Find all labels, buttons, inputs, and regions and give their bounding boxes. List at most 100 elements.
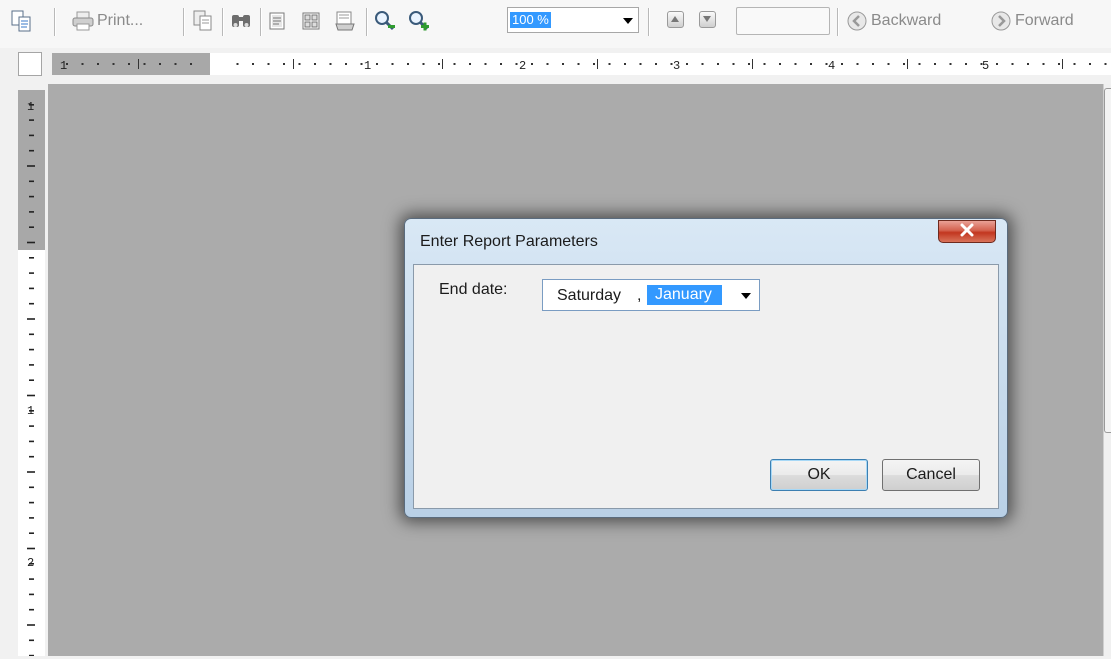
ruler-half-tick [1062,59,1063,69]
ruler-tick [112,63,115,65]
ruler-tick [29,501,34,504]
page-setup-icon [267,11,287,31]
zoom-in-icon [408,10,430,32]
ruler-tick [27,165,35,167]
copy-icon [193,10,213,32]
backward-icon [846,10,868,32]
ruler-tick [29,364,34,366]
ruler-tick [29,333,34,336]
ruler-tick [29,517,34,519]
ruler-tick [484,63,487,65]
ruler-half-tick [138,59,139,69]
ruler-tick [918,63,921,65]
find-button[interactable] [228,8,254,34]
ruler-half-tick [597,59,598,69]
chevron-down-icon[interactable] [741,293,751,299]
ruler-tick [29,608,34,611]
ruler-label: 1 [27,100,34,114]
scrollbar-thumb[interactable] [1104,88,1111,433]
end-date-label: End date: [439,281,508,298]
cancel-button[interactable]: Cancel [882,459,980,491]
ruler-tick [624,63,626,65]
ruler-tick [438,63,440,65]
vertical-ruler-scale: 1 1 2 [18,90,45,657]
ruler-tick [29,149,34,152]
print-icon [72,11,94,31]
parameters-dialog: Enter Report Parameters End date: Saturd… [404,218,1008,518]
ruler-tick [748,63,750,65]
print-button[interactable]: Print... [72,8,162,34]
close-button[interactable] [938,220,996,243]
ok-button[interactable]: OK [770,459,868,491]
zoom-out-icon [374,10,396,32]
forward-icon [990,10,1012,32]
ruler-tick [701,63,704,65]
next-page-button[interactable] [699,11,716,28]
backward-label: Backward [871,12,942,29]
ruler-tick [1058,63,1060,65]
ruler-tick [29,455,34,458]
vertical-ruler: 1 1 2 [18,90,45,657]
page-number-input[interactable] [736,7,830,35]
ruler-tick [236,63,239,65]
ruler-tick [29,593,34,596]
ruler-tick [732,63,735,65]
export-button[interactable] [332,8,358,34]
ruler-tick [841,63,843,65]
backward-button[interactable]: Backward [846,8,964,34]
ruler-tick [29,302,34,305]
date-separator: , [637,287,642,304]
horizontal-ruler: 1 1 2 3 4 5 [52,53,1111,75]
zoom-out-button[interactable] [372,8,398,34]
ruler-label: 1 [27,404,34,418]
ruler-tick [562,63,564,65]
chevron-down-icon[interactable] [623,18,633,24]
toolbar: Print... 100 % Backward Forward [0,0,1111,48]
ruler-half-tick [293,59,294,69]
ruler-tick [1027,63,1029,65]
ruler-tick [97,63,99,65]
ruler-tick [872,63,874,65]
ruler-tick [174,63,177,65]
zoom-in-button[interactable] [406,8,432,34]
ruler-label: 4 [828,59,835,73]
forward-label: Forward [1015,12,1074,29]
ruler-tick [29,195,34,198]
document-map-button[interactable] [8,8,36,34]
ruler-tick [29,486,34,489]
ruler-tick [360,63,363,65]
ruler-tick [190,63,192,65]
separator [837,8,838,36]
day-segment[interactable]: Saturday [557,287,621,305]
dialog-title: Enter Report Parameters [420,233,598,250]
ruler-label: 3 [673,59,680,73]
ruler-tick [29,578,34,580]
ruler-tick [639,63,642,65]
ruler-tick [27,471,35,473]
previous-page-button[interactable] [667,11,684,28]
zoom-select[interactable]: 100 % [507,7,639,33]
ruler-tick [143,63,146,65]
copy-button[interactable] [190,8,216,34]
ruler-tick [500,63,502,65]
zoom-value: 100 % [510,12,551,28]
ruler-tick [1073,63,1076,65]
close-icon [959,223,975,240]
ruler-tick [283,63,285,65]
ruler-tick [29,425,34,427]
month-segment[interactable]: January [647,285,722,305]
ruler-tick [29,180,34,183]
ruler-label: 2 [519,59,526,73]
multiple-pages-button[interactable] [298,8,324,34]
ruler-tick [949,63,952,65]
separator [260,8,261,36]
page-setup-button[interactable] [264,8,290,34]
end-date-picker[interactable]: Saturday , January [542,279,760,311]
ruler-tick [29,226,34,228]
ruler-tick [29,379,34,381]
multiple-pages-icon [301,11,321,31]
ruler-tick [27,624,35,626]
forward-button[interactable]: Forward [990,8,1100,34]
ruler-tick [453,63,456,65]
ruler-tick [29,272,34,274]
